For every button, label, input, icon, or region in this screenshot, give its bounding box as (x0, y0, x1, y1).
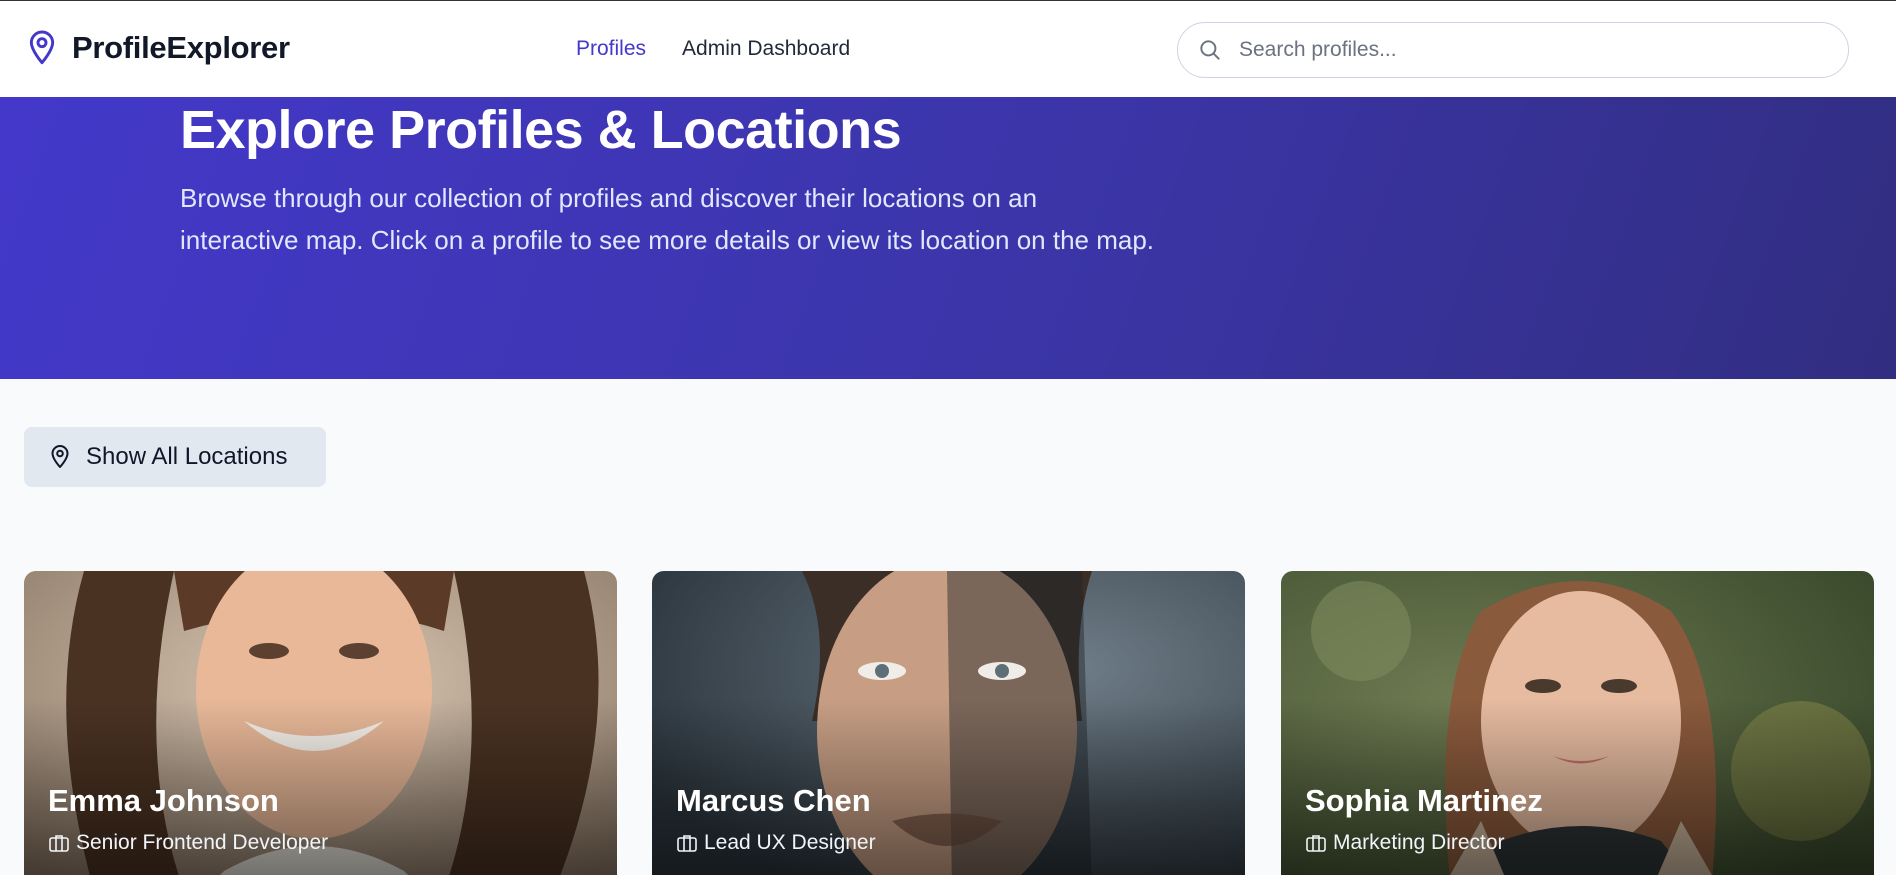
hero-title: Explore Profiles & Locations (180, 100, 902, 160)
main-nav: Profiles Admin Dashboard (576, 37, 886, 61)
show-all-locations-label: Show All Locations (86, 443, 288, 470)
hero-banner: Explore Profiles & Locations Browse thro… (0, 97, 1896, 379)
profile-name: Sophia Martinez (1305, 783, 1543, 818)
profile-name: Emma Johnson (48, 783, 279, 818)
briefcase-icon (1306, 835, 1326, 852)
map-pin-icon (29, 30, 55, 65)
card-overlay (652, 571, 1245, 875)
profile-card-emma-johnson[interactable]: Emma Johnson Senior Frontend Developer (24, 571, 617, 875)
profile-role: Lead UX Designer (676, 831, 876, 855)
search-icon (1200, 40, 1220, 60)
profile-role-text: Marketing Director (1333, 831, 1505, 854)
profile-role-text: Senior Frontend Developer (76, 831, 329, 854)
nav-link-profiles[interactable]: Profiles (576, 37, 646, 61)
profile-name: Marcus Chen (676, 783, 871, 818)
map-pin-icon (51, 445, 69, 468)
profile-role: Senior Frontend Developer (48, 831, 328, 855)
search-input[interactable] (1239, 38, 1819, 62)
briefcase-icon (49, 835, 69, 852)
briefcase-icon (677, 835, 697, 852)
brand-logo[interactable]: ProfileExplorer (26, 29, 290, 67)
profile-card-marcus-chen[interactable]: Marcus Chen Lead UX Designer (652, 571, 1245, 875)
profile-role: Marketing Director (1305, 831, 1505, 855)
profile-card-sophia-martinez[interactable]: Sophia Martinez Marketing Director (1281, 571, 1874, 875)
top-navigation-bar: ProfileExplorer Profiles Admin Dashboard (0, 0, 1896, 97)
profile-role-text: Lead UX Designer (704, 831, 876, 854)
search-box[interactable] (1177, 22, 1849, 78)
nav-link-admin-dashboard[interactable]: Admin Dashboard (682, 37, 850, 61)
card-overlay (1281, 571, 1874, 875)
show-all-locations-button[interactable]: Show All Locations (24, 427, 326, 487)
hero-description: Browse through our collection of profile… (180, 183, 1155, 255)
card-overlay (24, 571, 617, 875)
brand-name: ProfileExplorer (72, 30, 290, 65)
